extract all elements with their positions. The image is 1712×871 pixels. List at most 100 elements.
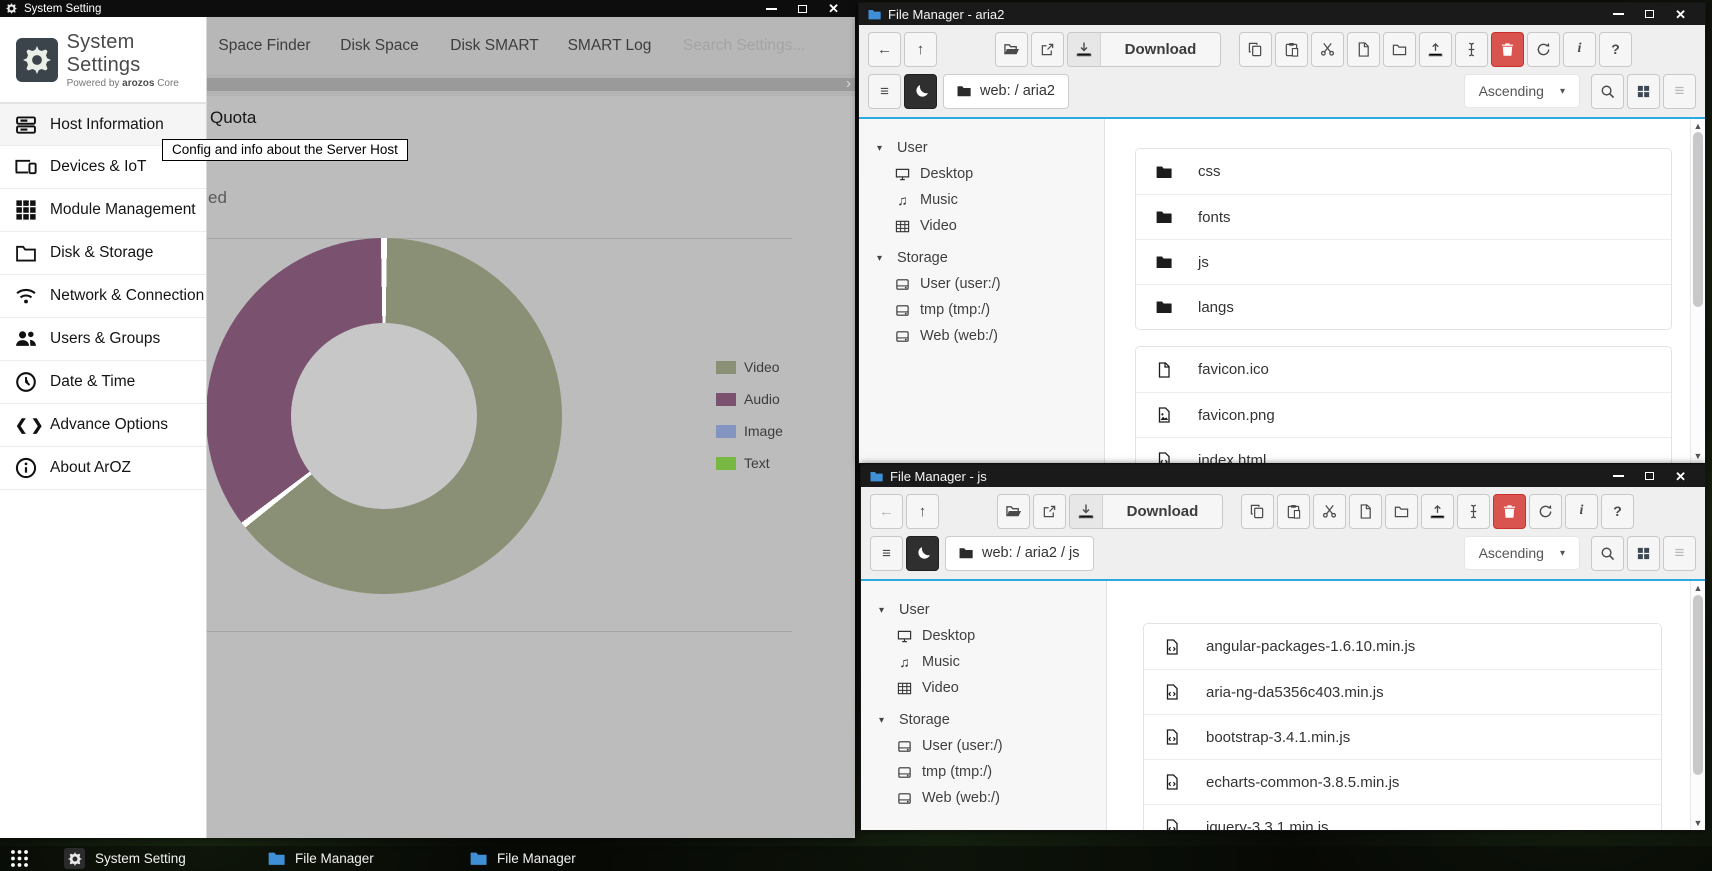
tree-item-music[interactable]: ♫Music: [861, 649, 1106, 675]
new-folder-button[interactable]: [1385, 494, 1418, 529]
list-view-button[interactable]: ≡: [1663, 536, 1696, 571]
file-row-fonts[interactable]: fonts: [1136, 194, 1671, 239]
delete-button[interactable]: [1491, 32, 1524, 67]
close-button[interactable]: ✕: [1675, 8, 1686, 21]
upload-button[interactable]: [1421, 494, 1454, 529]
scrollbar[interactable]: ▲ ▼: [1690, 581, 1705, 830]
tree-item-user-drive[interactable]: User (user:/): [861, 733, 1106, 759]
open-external-button[interactable]: [1031, 32, 1064, 67]
sidebar-item-module-management[interactable]: Module Management: [0, 189, 206, 232]
sidebar-item-network-connection[interactable]: Network & Connection: [0, 275, 206, 318]
file-row-langs[interactable]: langs: [1136, 284, 1671, 329]
help-button[interactable]: ?: [1601, 494, 1634, 529]
info-button[interactable]: i: [1565, 494, 1598, 529]
tree-group-user[interactable]: ▾User: [859, 135, 1104, 161]
file-row-jquery[interactable]: jquery-3.3.1.min.js: [1144, 804, 1661, 830]
maximize-button[interactable]: [1645, 472, 1654, 480]
back-button[interactable]: ←: [868, 32, 901, 67]
tab-scrollbar[interactable]: ›: [207, 74, 855, 96]
app-launcher-button[interactable]: [10, 849, 29, 868]
grid-view-button[interactable]: [1627, 74, 1660, 109]
scroll-up-icon[interactable]: ▲: [1691, 583, 1705, 593]
file-row-favicon-png[interactable]: favicon.png: [1136, 392, 1671, 437]
sort-order-dropdown[interactable]: Ascending ▾: [1464, 74, 1580, 108]
file-row-echarts[interactable]: echarts-common-3.8.5.min.js: [1144, 759, 1661, 804]
tab-space-finder[interactable]: Space Finder: [207, 37, 322, 55]
tab-disk-smart[interactable]: Disk SMART: [437, 37, 552, 55]
open-folder-button[interactable]: [995, 32, 1028, 67]
settings-search-input[interactable]: [683, 37, 843, 55]
search-button[interactable]: [1591, 536, 1624, 571]
sidebar-item-date-time[interactable]: Date & Time: [0, 361, 206, 404]
taskbar-item-system-setting[interactable]: System Setting: [64, 846, 186, 871]
cut-button[interactable]: [1311, 32, 1344, 67]
scroll-right-chevron-icon[interactable]: ›: [846, 75, 851, 92]
tree-item-web-drive[interactable]: Web (web:/): [861, 785, 1106, 811]
breadcrumb[interactable]: web: / aria2: [943, 74, 1069, 109]
tree-item-tmp-drive[interactable]: tmp (tmp:/): [859, 297, 1104, 323]
refresh-button[interactable]: [1529, 494, 1562, 529]
refresh-button[interactable]: [1527, 32, 1560, 67]
tree-item-web-drive[interactable]: Web (web:/): [859, 323, 1104, 349]
tree-group-storage[interactable]: ▾Storage: [861, 707, 1106, 733]
new-file-button[interactable]: [1349, 494, 1382, 529]
tab-disk-space[interactable]: Disk Space: [322, 37, 437, 55]
back-button[interactable]: ←: [870, 494, 903, 529]
cut-button[interactable]: [1313, 494, 1346, 529]
sidebar-item-about-aroz[interactable]: About ArOZ: [0, 447, 206, 490]
sidebar-item-advance-options[interactable]: ❮ ❯ Advance Options: [0, 404, 206, 447]
copy-button[interactable]: [1241, 494, 1274, 529]
tree-group-user[interactable]: ▾User: [861, 597, 1106, 623]
open-external-button[interactable]: [1033, 494, 1066, 529]
up-button[interactable]: ↑: [904, 32, 937, 67]
dark-mode-button[interactable]: [906, 536, 939, 571]
file-row-favicon-ico[interactable]: favicon.ico: [1136, 347, 1671, 392]
scroll-down-icon[interactable]: ▼: [1691, 818, 1705, 828]
tree-item-music[interactable]: ♫Music: [859, 187, 1104, 213]
taskbar-item-file-manager-1[interactable]: File Manager: [268, 846, 374, 871]
minimize-button[interactable]: [766, 8, 777, 10]
minimize-button[interactable]: [1613, 475, 1624, 477]
rename-button[interactable]: [1455, 32, 1488, 67]
minimize-button[interactable]: [1613, 13, 1624, 15]
help-button[interactable]: ?: [1599, 32, 1632, 67]
tree-item-tmp-drive[interactable]: tmp (tmp:/): [861, 759, 1106, 785]
paste-button[interactable]: [1275, 32, 1308, 67]
close-button[interactable]: ✕: [828, 2, 839, 15]
file-row-index-html[interactable]: index.html: [1136, 437, 1671, 463]
new-file-button[interactable]: [1347, 32, 1380, 67]
new-folder-button[interactable]: [1383, 32, 1416, 67]
maximize-button[interactable]: [1645, 10, 1654, 18]
file-row-aria-ng[interactable]: aria-ng-da5356c403.min.js: [1144, 669, 1661, 714]
tree-item-desktop[interactable]: Desktop: [861, 623, 1106, 649]
tree-item-video[interactable]: Video: [861, 675, 1106, 701]
breadcrumb[interactable]: web: / aria2 / js: [945, 536, 1094, 571]
download-button[interactable]: Download: [1069, 494, 1223, 529]
open-folder-button[interactable]: [997, 494, 1030, 529]
file-row-css[interactable]: css: [1136, 149, 1671, 194]
info-button[interactable]: i: [1563, 32, 1596, 67]
copy-button[interactable]: [1239, 32, 1272, 67]
grid-view-button[interactable]: [1627, 536, 1660, 571]
taskbar-item-file-manager-2[interactable]: File Manager: [470, 846, 576, 871]
upload-button[interactable]: [1419, 32, 1452, 67]
sidebar-item-users-groups[interactable]: Users & Groups: [0, 318, 206, 361]
close-button[interactable]: ✕: [1675, 470, 1686, 483]
download-button[interactable]: Download: [1067, 32, 1221, 67]
sort-order-dropdown[interactable]: Ascending ▾: [1464, 536, 1580, 570]
sidebar-item-disk-storage[interactable]: Disk & Storage: [0, 232, 206, 275]
maximize-button[interactable]: [798, 5, 807, 13]
tree-item-video[interactable]: Video: [859, 213, 1104, 239]
paste-button[interactable]: [1277, 494, 1310, 529]
tab-smart-log[interactable]: SMART Log: [552, 37, 667, 55]
tree-item-user-drive[interactable]: User (user:/): [859, 271, 1104, 297]
scroll-down-icon[interactable]: ▼: [1691, 451, 1705, 461]
scrollbar-thumb[interactable]: [1693, 132, 1703, 307]
list-view-button[interactable]: ≡: [1663, 74, 1696, 109]
file-row-js[interactable]: js: [1136, 239, 1671, 284]
file-row-bootstrap[interactable]: bootstrap-3.4.1.min.js: [1144, 714, 1661, 759]
menu-button[interactable]: ≡: [868, 74, 901, 109]
delete-button[interactable]: [1493, 494, 1526, 529]
search-button[interactable]: [1591, 74, 1624, 109]
tree-item-desktop[interactable]: Desktop: [859, 161, 1104, 187]
